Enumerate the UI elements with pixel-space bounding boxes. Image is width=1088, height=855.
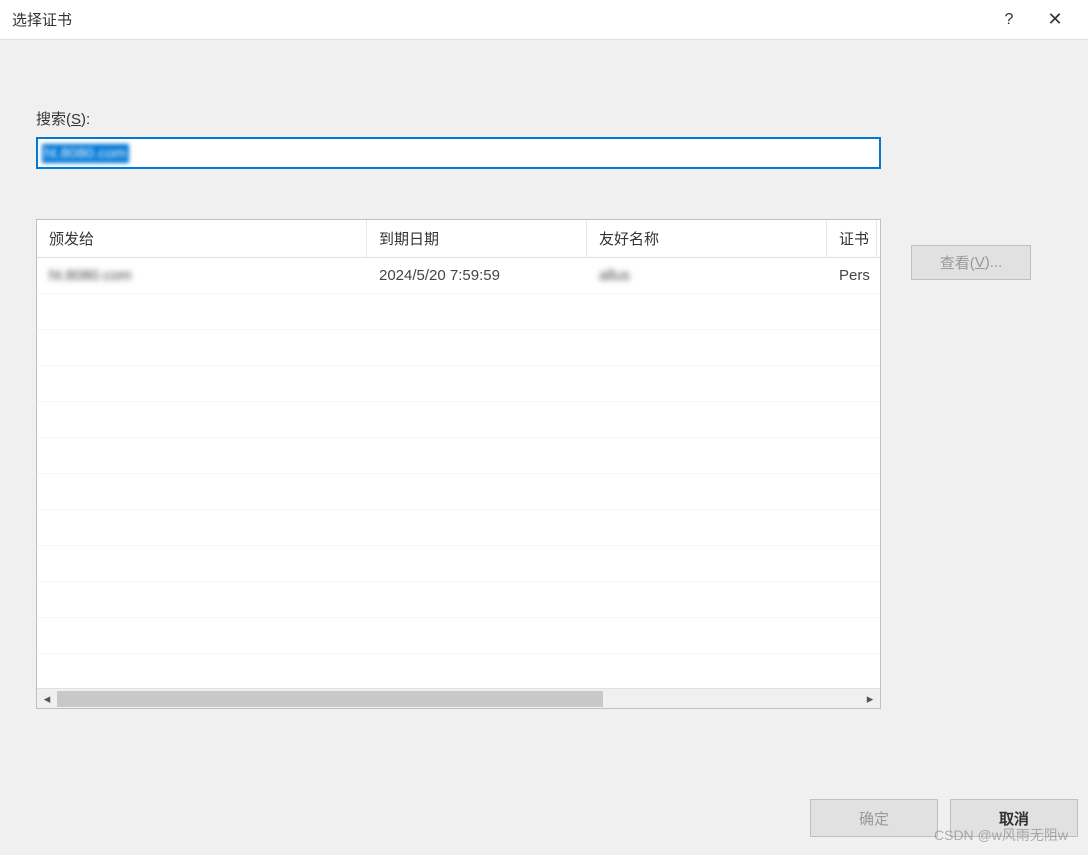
cell-expiry: 2024/5/20 7:59:59 [367, 261, 587, 290]
content-area: 搜索(S): ht.8080.com 颁发给 到期日期 友好名称 证书 ht.8… [0, 40, 1088, 855]
empty-row [37, 294, 880, 330]
empty-row [37, 510, 880, 546]
view-button[interactable]: 查看(V)... [911, 245, 1031, 280]
column-expiry[interactable]: 到期日期 [367, 220, 587, 257]
column-friendly-name[interactable]: 友好名称 [587, 220, 827, 257]
empty-row [37, 366, 880, 402]
empty-row [37, 474, 880, 510]
dialog-window: 选择证书 ? ✕ 搜索(S): ht.8080.com 颁发给 到期日期 友好名… [0, 0, 1088, 855]
empty-row [37, 330, 880, 366]
empty-row [37, 582, 880, 618]
scroll-track[interactable] [57, 689, 860, 709]
horizontal-scrollbar[interactable]: ◂ ▸ [37, 688, 880, 708]
empty-row [37, 438, 880, 474]
window-title: 选择证书 [10, 9, 986, 30]
scroll-right-icon[interactable]: ▸ [860, 689, 880, 709]
cell-issued-to: ht.8080.com [37, 261, 367, 290]
cancel-button[interactable]: 取消 [950, 799, 1078, 837]
main-column: 搜索(S): ht.8080.com 颁发给 到期日期 友好名称 证书 ht.8… [36, 70, 881, 845]
search-selected-text: ht.8080.com [42, 144, 129, 163]
search-input[interactable] [129, 141, 875, 165]
column-certificate[interactable]: 证书 [827, 220, 877, 257]
column-issued-to[interactable]: 颁发给 [37, 220, 367, 257]
dialog-footer: 确定 取消 [810, 799, 1078, 837]
ok-button[interactable]: 确定 [810, 799, 938, 837]
cell-friendly-name: allus [587, 261, 827, 290]
scroll-thumb[interactable] [57, 691, 603, 707]
empty-row [37, 546, 880, 582]
scroll-left-icon[interactable]: ◂ [37, 689, 57, 709]
table-header: 颁发给 到期日期 友好名称 证书 [37, 220, 880, 258]
empty-row [37, 618, 880, 654]
close-button[interactable]: ✕ [1032, 0, 1078, 40]
help-button[interactable]: ? [986, 0, 1032, 40]
empty-row [37, 402, 880, 438]
search-label: 搜索(S): [36, 108, 881, 129]
side-column: 查看(V)... [911, 70, 1031, 845]
search-input-container[interactable]: ht.8080.com [36, 137, 881, 169]
table-row[interactable]: ht.8080.com 2024/5/20 7:59:59 allus Pers [37, 258, 880, 294]
certificate-table: 颁发给 到期日期 友好名称 证书 ht.8080.com 2024/5/20 7… [36, 219, 881, 709]
cell-certificate: Pers [827, 261, 877, 290]
table-body: ht.8080.com 2024/5/20 7:59:59 allus Pers [37, 258, 880, 688]
titlebar: 选择证书 ? ✕ [0, 0, 1088, 40]
